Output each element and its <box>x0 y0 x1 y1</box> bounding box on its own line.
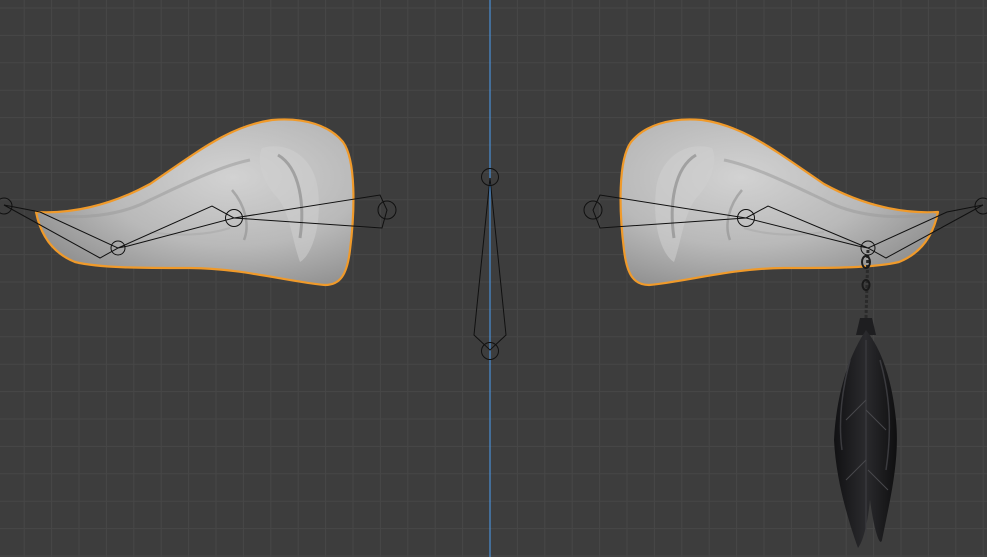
right-ear-mesh[interactable] <box>619 118 940 287</box>
3d-viewport[interactable] <box>0 0 987 557</box>
left-ear-mesh[interactable] <box>34 118 355 287</box>
viewport-canvas[interactable] <box>0 0 987 557</box>
feather-earring[interactable] <box>834 249 897 548</box>
